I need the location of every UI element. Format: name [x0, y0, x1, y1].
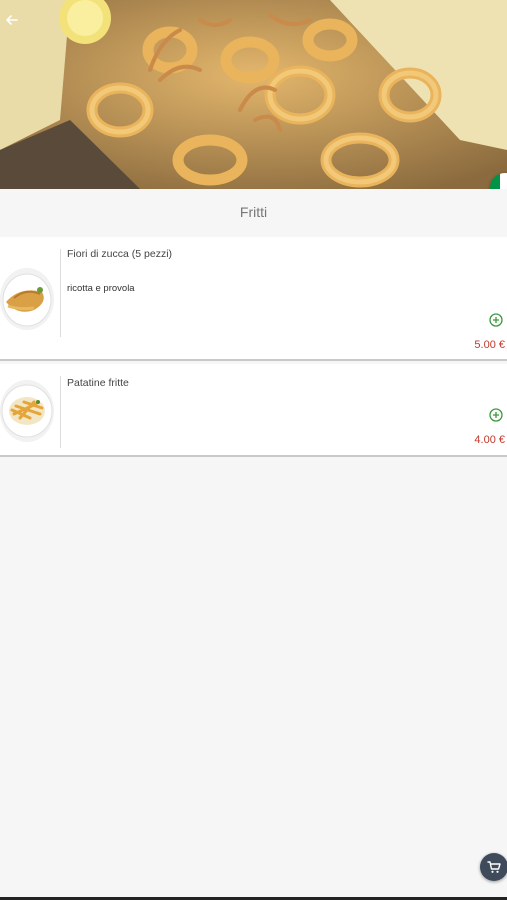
menu-page: Fritti Fiori di zucca (5 pezzi) ricotta … — [0, 0, 507, 900]
product-description: ricotta e provola — [67, 283, 135, 294]
cart-button[interactable] — [480, 853, 507, 881]
product-name: Fiori di zucca (5 pezzi) — [67, 248, 173, 260]
product-card[interactable]: Patatine fritte 4.00 € — [0, 364, 507, 457]
product-image — [0, 268, 54, 330]
fried-calamari-photo — [0, 0, 507, 189]
category-hero-image — [0, 0, 507, 189]
plus-circle-icon — [489, 408, 503, 422]
product-card[interactable]: Fiori di zucca (5 pezzi) ricotta e provo… — [0, 237, 507, 361]
category-title-bar: Fritti — [0, 189, 507, 235]
product-price: 4.00 € — [474, 434, 505, 446]
product-price: 5.00 € — [474, 339, 505, 351]
back-button[interactable] — [0, 8, 24, 32]
shopping-cart-icon — [487, 861, 501, 873]
product-divider — [60, 376, 61, 448]
arrow-left-icon — [6, 15, 18, 25]
french-fries-photo — [0, 380, 54, 442]
add-to-cart-button[interactable] — [489, 313, 503, 327]
add-to-cart-button[interactable] — [489, 408, 503, 422]
product-divider — [60, 249, 61, 337]
product-image — [0, 380, 54, 442]
product-name: Patatine fritte — [67, 377, 129, 389]
plus-circle-icon — [489, 313, 503, 327]
zucchini-flowers-photo — [0, 268, 54, 330]
category-title: Fritti — [239, 204, 268, 220]
